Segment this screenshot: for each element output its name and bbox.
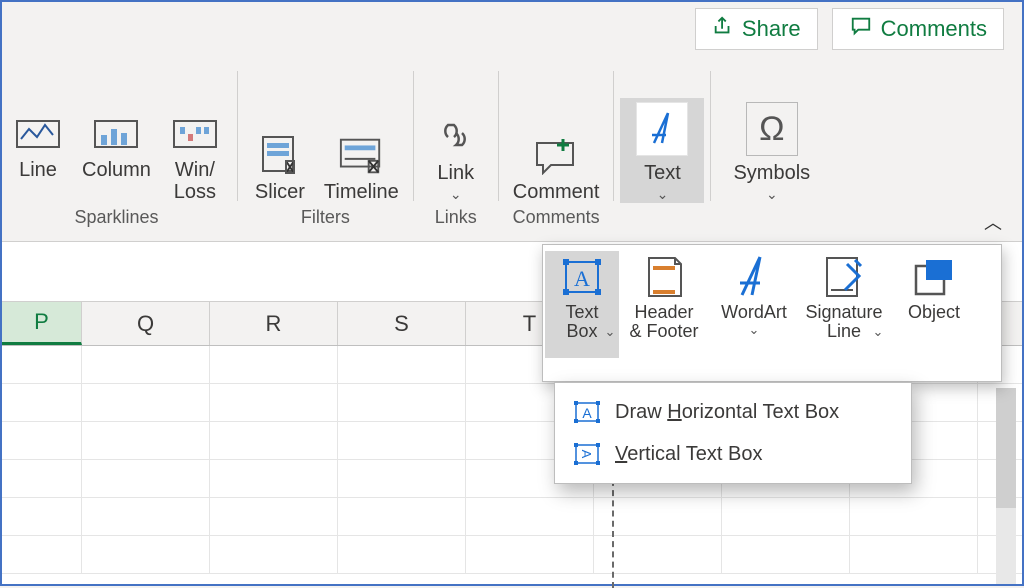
draw-horizontal-text-box-item[interactable]: A Draw Horizontal Text Box bbox=[555, 391, 911, 433]
svg-text:A: A bbox=[579, 450, 594, 459]
sparkline-winloss-button[interactable]: Win/ Loss bbox=[159, 109, 231, 203]
timeline-button[interactable]: Timeline bbox=[316, 131, 407, 203]
text-icon bbox=[636, 102, 688, 156]
new-comment-icon bbox=[533, 135, 579, 177]
collapse-ribbon-button[interactable]: ︿ bbox=[984, 209, 1002, 235]
object-button[interactable]: Object bbox=[889, 251, 979, 322]
group-label-filters: Filters bbox=[301, 207, 350, 232]
text-box-icon: A bbox=[557, 253, 607, 301]
sparkline-column-button[interactable]: Column bbox=[74, 109, 159, 203]
group-label-comments: Comments bbox=[513, 207, 600, 232]
text-gallery-popup: A Text Box ⌄ Header & Footer WordArt ⌄ S… bbox=[542, 244, 1002, 382]
text-box-submenu: A Draw Horizontal Text Box A Vertical Te… bbox=[554, 382, 912, 484]
column-header-Q[interactable]: Q bbox=[82, 302, 210, 345]
svg-text:A: A bbox=[574, 266, 590, 291]
menu-item-label: Draw Horizontal Text Box bbox=[615, 401, 839, 424]
header-footer-icon bbox=[639, 253, 689, 301]
wordart-button[interactable]: WordArt ⌄ bbox=[709, 251, 799, 338]
vertical-text-box-item[interactable]: A Vertical Text Box bbox=[555, 433, 911, 475]
comments-button[interactable]: Comments bbox=[832, 8, 1004, 50]
ribbon-separator bbox=[498, 71, 499, 201]
chevron-down-icon: ⌄ bbox=[450, 186, 462, 203]
sparkline-line-icon bbox=[15, 113, 61, 155]
comments-label: Comments bbox=[881, 16, 987, 42]
ribbon-separator bbox=[237, 71, 238, 201]
header-footer-button[interactable]: Header & Footer bbox=[619, 251, 709, 342]
column-header-R[interactable]: R bbox=[210, 302, 338, 345]
group-label-sparklines: Sparklines bbox=[74, 207, 158, 232]
vertical-text-box-icon: A bbox=[573, 441, 601, 467]
vertical-scrollbar[interactable] bbox=[996, 388, 1016, 584]
column-header-S[interactable]: S bbox=[338, 302, 466, 345]
symbols-dropdown-button[interactable]: Ω Symbols ⌄ bbox=[717, 96, 826, 203]
chevron-down-icon: ⌄ bbox=[749, 322, 760, 338]
slicer-button[interactable]: Slicer bbox=[244, 131, 316, 203]
ribbon-separator bbox=[613, 71, 614, 201]
comment-insert-button[interactable]: Comment bbox=[505, 131, 608, 203]
column-header-P[interactable]: P bbox=[2, 302, 82, 345]
sparkline-winloss-icon bbox=[172, 113, 218, 155]
symbols-icon: Ω bbox=[746, 102, 798, 156]
object-icon bbox=[909, 253, 959, 301]
group-label-links: Links bbox=[435, 207, 477, 232]
svg-text:A: A bbox=[582, 405, 592, 421]
chevron-down-icon: ⌄ bbox=[873, 324, 884, 340]
share-icon bbox=[712, 15, 734, 43]
wordart-icon bbox=[729, 253, 779, 301]
sparkline-line-button[interactable]: Line bbox=[2, 109, 74, 203]
chevron-down-icon: ⌄ bbox=[657, 186, 669, 203]
signature-line-icon bbox=[819, 253, 869, 301]
share-button[interactable]: Share bbox=[695, 8, 818, 50]
slicer-icon bbox=[257, 135, 303, 177]
chevron-down-icon: ⌄ bbox=[605, 324, 616, 340]
sparkline-column-icon bbox=[93, 113, 139, 155]
text-box-button[interactable]: A Text Box ⌄ bbox=[545, 251, 619, 358]
ribbon-separator bbox=[710, 71, 711, 201]
text-dropdown-button[interactable]: Text ⌄ bbox=[620, 98, 704, 203]
share-label: Share bbox=[742, 16, 801, 42]
signature-line-button[interactable]: Signature Line ⌄ bbox=[799, 251, 889, 358]
link-button[interactable]: Link ⌄ bbox=[420, 112, 492, 203]
timeline-icon bbox=[338, 135, 384, 177]
menu-item-label: Vertical Text Box bbox=[615, 443, 763, 466]
link-icon bbox=[433, 116, 479, 158]
ribbon-separator bbox=[413, 71, 414, 201]
horizontal-text-box-icon: A bbox=[573, 399, 601, 425]
chevron-down-icon: ⌄ bbox=[766, 186, 778, 203]
comment-icon bbox=[849, 15, 873, 43]
